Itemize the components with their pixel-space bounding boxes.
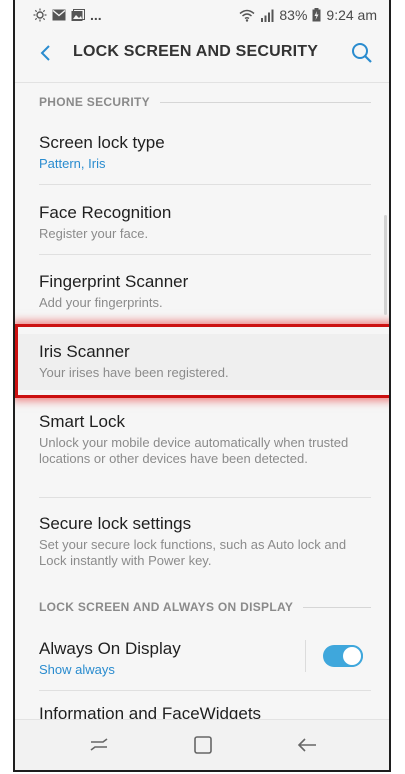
item-subtitle: Unlock your mobile device automatically …	[39, 435, 349, 466]
phone-screen: ... 83% 9:24 am LOCK SCREEN AND SECURITY…	[13, 0, 391, 772]
status-bar: ... 83% 9:24 am	[15, 0, 389, 30]
app-bar-divider	[15, 82, 389, 83]
page-title: LOCK SCREEN AND SECURITY	[73, 43, 319, 60]
item-subtitle: Set your secure lock functions, such as …	[39, 537, 347, 568]
app-bar: LOCK SCREEN AND SECURITY	[15, 30, 389, 76]
battery-percent: 83%	[279, 7, 308, 23]
item-subtitle: Add your fingerprints.	[39, 295, 163, 310]
list-item-face-recognition[interactable]: Face Recognition Register your face.	[15, 202, 389, 242]
divider	[39, 497, 371, 498]
item-subtitle: Register your face.	[39, 226, 149, 241]
section-header-line	[303, 606, 371, 608]
wifi-icon	[239, 9, 255, 22]
item-subtitle: Pattern, Iris	[39, 156, 106, 171]
scrollbar[interactable]	[384, 215, 387, 315]
item-title: Smart Lock	[39, 412, 125, 431]
clock: 9:24 am	[326, 7, 377, 23]
navigation-bar	[15, 719, 389, 770]
status-dots: ...	[90, 7, 102, 23]
signal-icon	[261, 9, 274, 22]
section-header-phone-security: PHONE SECURITY	[39, 93, 371, 111]
section-header-label: LOCK SCREEN AND ALWAYS ON DISPLAY	[39, 600, 294, 614]
item-title: Screen lock type	[39, 133, 165, 152]
item-title: Always On Display	[39, 639, 181, 658]
divider	[39, 184, 371, 185]
divider	[39, 690, 371, 691]
gallery-icon	[71, 8, 85, 21]
back-arrow-icon[interactable]	[295, 733, 319, 757]
section-header-lock-screen: LOCK SCREEN AND ALWAYS ON DISPLAY	[39, 598, 371, 616]
list-item-fingerprint-scanner[interactable]: Fingerprint Scanner Add your fingerprint…	[15, 271, 389, 311]
toggle-knob	[341, 645, 363, 667]
search-icon[interactable]	[349, 40, 375, 66]
list-item-screen-lock-type[interactable]: Screen lock type Pattern, Iris	[15, 132, 389, 172]
item-subtitle: Your irises have been registered.	[39, 365, 229, 380]
chevron-left-icon[interactable]	[35, 41, 59, 65]
section-header-label: PHONE SECURITY	[39, 95, 150, 109]
battery-icon	[312, 8, 321, 22]
divider	[39, 254, 371, 255]
list-item-smart-lock[interactable]: Smart Lock Unlock your mobile device aut…	[15, 411, 389, 467]
item-title: Face Recognition	[39, 203, 172, 222]
item-title: Iris Scanner	[39, 342, 130, 361]
status-right: 83% 9:24 am	[239, 7, 377, 23]
item-title: Fingerprint Scanner	[39, 272, 189, 291]
mail-icon	[52, 9, 66, 21]
status-left: ...	[33, 7, 102, 23]
home-icon[interactable]	[191, 733, 215, 757]
brightness-icon	[33, 8, 47, 22]
always-on-display-toggle[interactable]	[323, 645, 363, 667]
item-subtitle: Show always	[39, 662, 115, 677]
list-item-secure-lock-settings[interactable]: Secure lock settings Set your secure loc…	[15, 513, 389, 569]
toggle-divider	[305, 640, 306, 672]
section-header-line	[159, 101, 371, 103]
item-title: Secure lock settings	[39, 514, 192, 533]
list-item-iris-scanner[interactable]: Iris Scanner Your irises have been regis…	[15, 341, 389, 381]
recents-icon[interactable]	[87, 733, 111, 757]
